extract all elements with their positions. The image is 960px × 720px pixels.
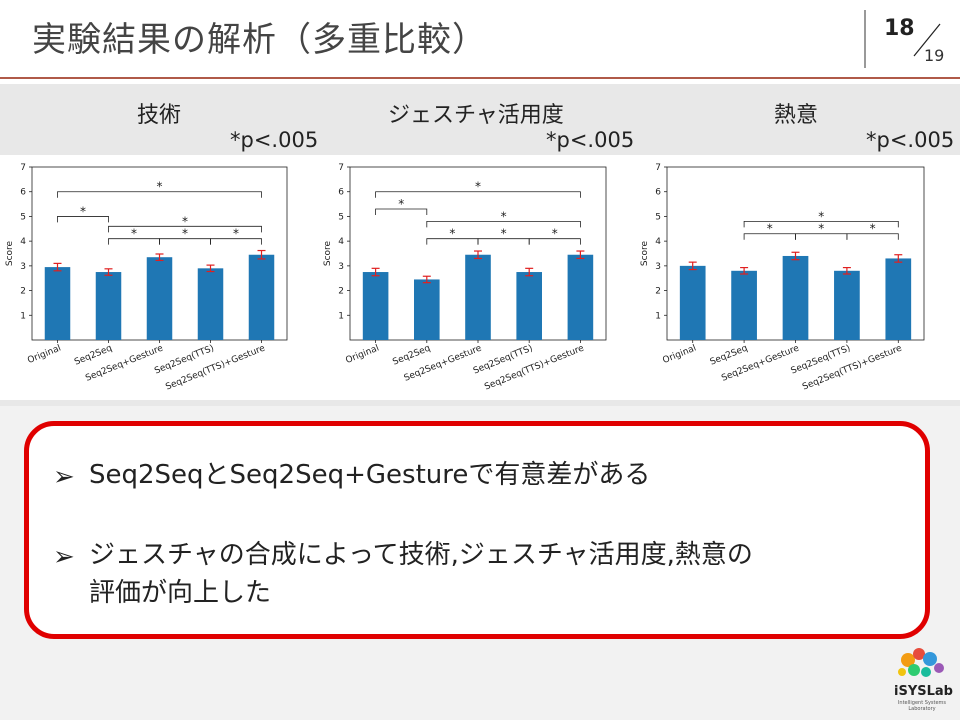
significance-star: * [870,222,876,236]
slide-title: 実験結果の解析（多重比較） [32,20,487,60]
conclusion-item-1: Seq2SeqとSeq2Seq+Gestureで有意差がある [89,460,651,490]
y-axis-label: Score [5,240,15,266]
page-number: 18 [884,16,915,41]
y-tick-label: 2 [338,287,344,297]
logo-name: iSYSLab [894,684,953,699]
significance-star: * [233,227,239,241]
logo-subtitle: Intelligent Systems Laboratory [897,700,947,712]
panel-sig-skill: *p<.005 [230,128,319,152]
x-tick-label: Seq2Seq [709,344,750,368]
y-tick-label: 3 [338,262,344,272]
panel-title-skill: 技術 [137,103,182,128]
header-rule [0,77,960,79]
bar [248,254,275,340]
y-tick-label: 2 [20,287,26,297]
y-tick-label: 5 [655,212,661,222]
gear-cluster-icon [898,648,944,677]
y-tick-label: 1 [338,311,344,321]
bullet-arrow-icon: ➢ [53,542,75,572]
y-tick-label: 6 [655,188,661,198]
bar [834,270,860,340]
y-tick-label: 4 [655,237,661,247]
significance-star: * [501,209,507,223]
significance-star: * [767,222,773,236]
y-tick-label: 7 [20,163,26,173]
x-tick-label: Original [661,344,697,366]
bar [95,272,122,340]
y-tick-label: 6 [20,188,26,198]
y-tick-label: 7 [655,163,661,173]
panel-sig-enthusiasm: *p<.005 [866,128,955,152]
bar [567,254,594,340]
bar [197,268,224,340]
bar-chart-gesture: 1234567ScoreOriginal Seq2SeqSeq2Seq+Gestu… [318,155,640,400]
significance-star: * [131,227,137,241]
significance-star: * [80,204,86,218]
significance-star: * [818,222,824,236]
bar [516,272,542,340]
x-tick-label: Seq2Seq [391,344,432,368]
significance-star: * [157,180,163,194]
y-tick-label: 4 [20,237,26,247]
x-tick-label: Seq2Seq(TTS)+Gesture [483,343,586,392]
y-tick-label: 1 [20,311,26,321]
panel-title-enthusiasm: 熱意 [774,103,819,128]
bar [414,279,440,340]
bar-chart-enthusiasm: 1234567ScoreOriginal Seq2SeqSeq2Seq+Gestu… [633,155,960,400]
x-tick-label: Seq2Seq(TTS)+Gesture [164,343,267,392]
y-tick-label: 4 [338,237,344,247]
y-axis-label: Score [323,240,333,266]
x-tick-label: Seq2Seq(TTS)+Gesture [801,343,904,392]
significance-star: * [182,227,188,241]
panel-sig-gesture: *p<.005 [546,128,635,152]
conclusion-item-2-line2: 評価が向上した [89,578,272,608]
significance-star: * [552,227,558,241]
panel-title-gesture: ジェスチャ活用度 [388,103,564,128]
y-axis-label: Score [640,240,650,266]
y-tick-label: 6 [338,188,344,198]
page-total: 19 [924,46,945,65]
bar [782,255,809,340]
bullet-arrow-icon: ➢ [53,462,75,492]
significance-star: * [449,227,455,241]
y-tick-label: 5 [20,212,26,222]
x-tick-label: Original [344,344,380,366]
bar [731,270,757,340]
y-tick-label: 1 [655,311,661,321]
conclusion-callout: ➢ Seq2SeqとSeq2Seq+Gestureで有意差がある ➢ ジェスチャ… [24,421,930,639]
bar [465,254,491,340]
bar-chart-skill: 1234567ScoreOriginal Seq2SeqSeq2Seq+Gestu… [0,155,320,400]
header-divider [864,10,866,68]
conclusion-item-2-line1: ジェスチャの合成によって技術,ジェスチャ活用度,熱意の [89,540,753,570]
bar [679,265,706,340]
x-tick-label: Original [26,344,62,366]
y-tick-label: 5 [338,212,344,222]
bar [362,272,389,340]
y-tick-label: 7 [338,163,344,173]
y-tick-label: 2 [655,287,661,297]
lab-logo: iSYSLab Intelligent Systems Laboratory [894,644,953,714]
y-tick-label: 3 [655,262,661,272]
significance-star: * [398,197,404,211]
significance-star: * [475,180,481,194]
significance-star: * [501,227,507,241]
bar [885,258,912,340]
y-tick-label: 3 [20,262,26,272]
bar [44,267,71,340]
bar [146,257,173,340]
